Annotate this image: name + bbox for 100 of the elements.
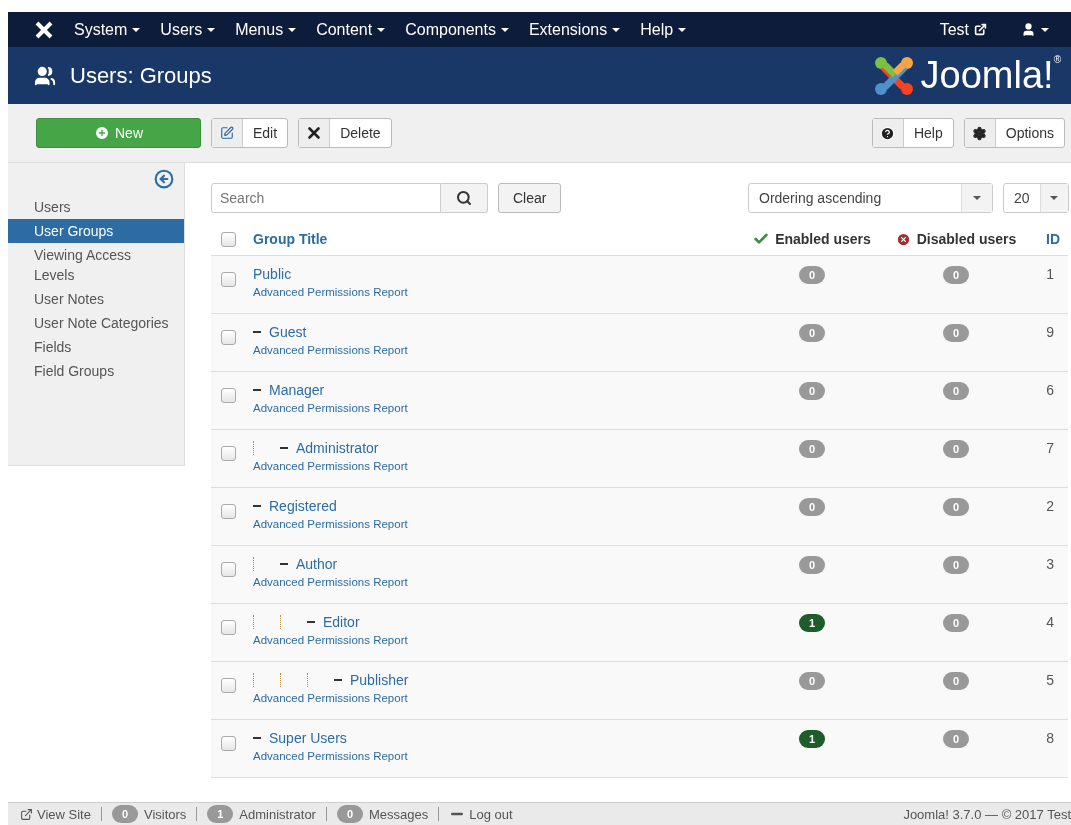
checkbox[interactable] bbox=[221, 388, 236, 403]
level-marker bbox=[253, 615, 254, 629]
level-dash bbox=[253, 389, 261, 391]
group-link[interactable]: Registered bbox=[269, 498, 337, 514]
id-cell-text: 7 bbox=[1045, 440, 1055, 456]
column-header[interactable]: ID bbox=[1026, 231, 1068, 247]
column-header: Enabled users bbox=[738, 231, 886, 247]
users-icon bbox=[34, 64, 56, 87]
sidebar-item[interactable]: User Note Categories bbox=[8, 311, 184, 335]
count-badge: 0 bbox=[943, 556, 969, 574]
sidebar-item[interactable]: User Notes bbox=[8, 287, 184, 311]
edit-icon bbox=[220, 126, 234, 140]
count-badge: 0 bbox=[943, 672, 969, 690]
search-field[interactable]: Search bbox=[211, 183, 441, 213]
column-header: Disabled users bbox=[886, 231, 1026, 247]
count-badge: 0 bbox=[943, 498, 969, 516]
checkbox[interactable] bbox=[221, 330, 236, 345]
group-link[interactable]: Guest bbox=[269, 324, 307, 340]
report-link[interactable]: Advanced Permissions Report bbox=[253, 576, 738, 588]
checkbox[interactable] bbox=[221, 620, 236, 635]
count-badge: 0 bbox=[943, 266, 969, 284]
group-link[interactable]: Publisher bbox=[350, 672, 409, 688]
search-icon bbox=[456, 190, 472, 206]
level-dash bbox=[280, 563, 288, 565]
plus-icon bbox=[94, 125, 110, 141]
nav-menu[interactable]: Menus bbox=[225, 20, 307, 39]
checkbox[interactable] bbox=[221, 504, 236, 519]
id-cell-text: 9 bbox=[1045, 324, 1055, 340]
id-cell-text: 4 bbox=[1045, 614, 1055, 630]
report-link[interactable]: Advanced Permissions Report bbox=[253, 692, 738, 704]
checkbox[interactable] bbox=[221, 446, 236, 461]
search-button[interactable] bbox=[441, 183, 488, 213]
count-badge: 0 bbox=[799, 324, 825, 342]
status-label: Messages bbox=[368, 806, 429, 822]
count-badge: 1 bbox=[207, 805, 234, 823]
level-dash bbox=[253, 737, 261, 739]
logout-link[interactable]: Log out bbox=[449, 806, 513, 822]
nav-menu[interactable]: Users bbox=[150, 20, 226, 39]
level-marker bbox=[280, 615, 281, 629]
nav-menu[interactable]: Extensions bbox=[518, 20, 631, 39]
report-link[interactable]: Advanced Permissions Report bbox=[253, 750, 738, 762]
count-badge: 0 bbox=[799, 672, 825, 690]
status-label: Visitors bbox=[143, 806, 187, 822]
site-link[interactable]: Test bbox=[929, 20, 997, 39]
checkbox[interactable] bbox=[221, 736, 236, 751]
report-link[interactable]: Advanced Permissions Report bbox=[253, 634, 738, 646]
report-link[interactable]: Advanced Permissions Report bbox=[253, 344, 738, 356]
count-badge: 0 bbox=[799, 382, 825, 400]
checkbox[interactable] bbox=[221, 562, 236, 577]
count-badge: 1 bbox=[799, 730, 825, 748]
level-dash bbox=[253, 331, 261, 333]
count-badge: 0 bbox=[799, 266, 825, 284]
new-button[interactable]: New bbox=[36, 118, 201, 148]
level-dash bbox=[307, 621, 315, 623]
help-button[interactable]: Help bbox=[871, 118, 954, 148]
id-cell-text: 6 bbox=[1045, 382, 1055, 398]
id-cell-text: 1 bbox=[1045, 266, 1055, 282]
report-link[interactable]: Advanced Permissions Report bbox=[253, 460, 738, 472]
sidebar-item[interactable]: Users bbox=[8, 195, 184, 219]
clear-button[interactable]: Clear bbox=[498, 183, 562, 213]
nav-menu[interactable]: Content bbox=[306, 20, 396, 39]
status-label: Administrator bbox=[239, 806, 316, 822]
report-link[interactable]: Advanced Permissions Report bbox=[253, 402, 738, 414]
collapse-icon[interactable] bbox=[154, 169, 174, 189]
count-badge: 0 bbox=[799, 440, 825, 458]
count-badge: 0 bbox=[799, 556, 825, 574]
sidebar-item[interactable]: Field Groups bbox=[8, 359, 184, 383]
sidebar-item[interactable]: Viewing Access Levels bbox=[8, 243, 184, 287]
group-link[interactable]: Author bbox=[296, 556, 338, 572]
help-icon bbox=[880, 125, 896, 141]
checkbox[interactable] bbox=[221, 678, 236, 693]
report-link[interactable]: Advanced Permissions Report bbox=[253, 286, 738, 298]
column-header[interactable]: Group Title bbox=[253, 231, 738, 247]
nav-menu[interactable]: Help bbox=[630, 20, 697, 39]
view-site-link[interactable]: View Site bbox=[20, 806, 91, 822]
group-link[interactable]: Manager bbox=[269, 382, 325, 398]
external-link-icon bbox=[20, 807, 33, 821]
count-badge: 0 bbox=[799, 498, 825, 516]
sidebar-item[interactable]: User Groups bbox=[8, 219, 184, 243]
checkbox[interactable] bbox=[221, 272, 236, 287]
edit-button[interactable]: Edit bbox=[211, 118, 289, 148]
delete-button[interactable]: Delete bbox=[298, 118, 392, 148]
id-cell-text: 5 bbox=[1045, 672, 1055, 688]
limit-select[interactable]: 20 bbox=[1003, 183, 1069, 213]
level-marker bbox=[280, 673, 281, 687]
nav-menu[interactable]: Components bbox=[395, 20, 519, 39]
group-link[interactable]: Administrator bbox=[296, 440, 379, 456]
sidebar-item[interactable]: Fields bbox=[8, 335, 184, 359]
count-badge: 0 bbox=[943, 440, 969, 458]
group-link[interactable]: Super Users bbox=[269, 730, 347, 746]
options-button[interactable]: Options bbox=[963, 118, 1065, 148]
checkbox[interactable] bbox=[221, 231, 236, 247]
level-dash bbox=[334, 679, 342, 681]
count-badge: 1 bbox=[799, 614, 825, 632]
report-link[interactable]: Advanced Permissions Report bbox=[253, 518, 738, 530]
level-dash bbox=[253, 505, 261, 507]
nav-menu[interactable]: System bbox=[64, 20, 151, 39]
group-link[interactable]: Editor bbox=[323, 614, 360, 630]
group-link[interactable]: Public bbox=[253, 266, 292, 282]
ordering-select[interactable]: Ordering ascending bbox=[748, 183, 993, 213]
